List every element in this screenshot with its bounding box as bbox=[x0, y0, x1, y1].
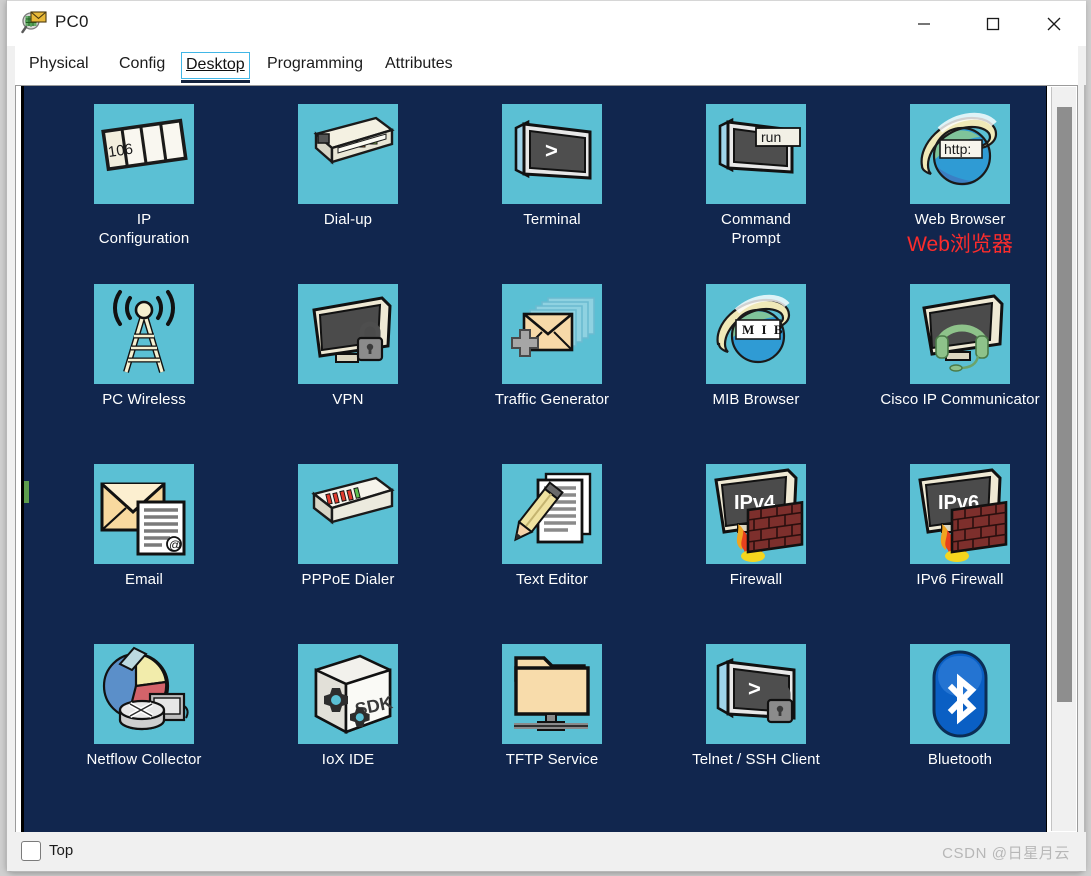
desktop-icon-grid: 106 IP Configuration Dial-up > Terminal … bbox=[24, 86, 1044, 832]
web-browser-icon: http: bbox=[910, 104, 1010, 204]
mib-label-text: M I B bbox=[742, 322, 785, 337]
traffic-generator-icon bbox=[502, 284, 602, 384]
desktop-item-label: Telnet / SSH Client bbox=[692, 751, 820, 768]
iox-ide-icon: SDK bbox=[298, 644, 398, 744]
dial-up-icon bbox=[298, 104, 398, 204]
desktop-scrollbar-vertical[interactable] bbox=[1051, 87, 1076, 831]
desktop-item-telnet-ssh-client[interactable]: > Telnet / SSH Client bbox=[654, 644, 858, 769]
desktop-item-label: Bluetooth bbox=[927, 751, 993, 768]
command-prompt-run-text: run bbox=[761, 129, 781, 145]
terminal-icon: > bbox=[502, 104, 602, 204]
close-icon bbox=[1047, 17, 1061, 31]
desktop-item-label: Cisco IP Communicator bbox=[880, 391, 1040, 408]
desktop-canvas: 106 IP Configuration Dial-up > Terminal … bbox=[21, 86, 1047, 832]
tab-desktop[interactable]: Desktop bbox=[181, 52, 250, 83]
firewall-ipv4-icon: IPv4 bbox=[706, 464, 806, 564]
pc0-window: PC0 Physical Config Desktop Programming … bbox=[6, 0, 1086, 872]
close-button[interactable] bbox=[1031, 1, 1077, 47]
desktop-item-label: Email bbox=[124, 571, 163, 588]
desktop-item-pc-wireless[interactable]: PC Wireless bbox=[42, 284, 246, 409]
desktop-item-label: Firewall bbox=[729, 571, 783, 588]
desktop-item-label: Traffic Generator bbox=[494, 391, 610, 408]
desktop-item-label: IP Configuration bbox=[98, 211, 190, 247]
email-icon: @ bbox=[94, 464, 194, 564]
netflow-collector-icon bbox=[94, 644, 194, 744]
telnet-ssh-client-icon: > bbox=[706, 644, 806, 744]
tftp-service-icon bbox=[502, 644, 602, 744]
pppoe-dialer-icon bbox=[298, 464, 398, 564]
desktop-item-netflow-collector[interactable]: Netflow Collector bbox=[42, 644, 246, 769]
web-browser-annotation: Web浏览器 bbox=[907, 233, 1013, 256]
tab-strip: Physical Config Desktop Programming Attr… bbox=[7, 46, 1086, 85]
minimize-button[interactable] bbox=[901, 1, 947, 47]
command-prompt-icon: run bbox=[706, 104, 806, 204]
desktop-item-label: VPN bbox=[332, 391, 364, 408]
ip-configuration-icon: 106 bbox=[94, 104, 194, 204]
desktop-item-label: Terminal bbox=[523, 211, 581, 228]
desktop-panel: 106 IP Configuration Dial-up > Terminal … bbox=[15, 85, 1078, 833]
desktop-item-label: TFTP Service bbox=[505, 751, 599, 768]
desktop-item-dial-up[interactable]: Dial-up bbox=[246, 104, 450, 229]
pc-wireless-icon bbox=[94, 284, 194, 384]
desktop-item-label: PPPoE Dialer bbox=[301, 571, 395, 588]
tab-attributes[interactable]: Attributes bbox=[381, 52, 457, 79]
desktop-item-label: IoX IDE bbox=[321, 751, 375, 768]
text-editor-icon bbox=[502, 464, 602, 564]
desktop-item-command-prompt[interactable]: run Command Prompt bbox=[654, 104, 858, 248]
packet-tracer-inspect-icon bbox=[21, 10, 47, 36]
desktop-item-terminal[interactable]: > Terminal bbox=[450, 104, 654, 229]
desktop-item-email[interactable]: @ Email bbox=[42, 464, 246, 589]
tab-config[interactable]: Config bbox=[115, 52, 169, 79]
vpn-icon bbox=[298, 284, 398, 384]
minimize-icon bbox=[918, 23, 930, 25]
cisco-ip-communicator-icon bbox=[910, 284, 1010, 384]
desktop-item-label: IPv6 Firewall bbox=[916, 571, 1004, 588]
desktop-item-label: Text Editor bbox=[516, 571, 588, 588]
desktop-item-web-browser[interactable]: http: Web Browser Web浏览器 bbox=[858, 104, 1046, 256]
desktop-item-bluetooth[interactable]: Bluetooth bbox=[858, 644, 1046, 769]
desktop-item-cisco-ip-communicator[interactable]: Cisco IP Communicator bbox=[858, 284, 1046, 409]
desktop-item-label: Command Prompt bbox=[721, 211, 791, 247]
tab-programming[interactable]: Programming bbox=[263, 52, 367, 79]
terminal-prompt-text: > bbox=[545, 138, 558, 163]
window-title: PC0 bbox=[55, 12, 89, 31]
svg-text:@: @ bbox=[169, 538, 181, 552]
firewall-ipv6-icon: IPv6 bbox=[910, 464, 1010, 564]
ip-config-number-text: 106 bbox=[107, 141, 134, 161]
telnet-prompt-text: > bbox=[748, 676, 761, 701]
top-checkbox[interactable] bbox=[21, 841, 41, 861]
bluetooth-icon bbox=[910, 644, 1010, 744]
desktop-item-ipv6-firewall[interactable]: IPv6 IPv6 Firewall bbox=[858, 464, 1046, 589]
desktop-item-ip-configuration[interactable]: 106 IP Configuration bbox=[42, 104, 246, 248]
desktop-item-label: PC Wireless bbox=[102, 391, 186, 408]
desktop-item-traffic-generator[interactable]: Traffic Generator bbox=[450, 284, 654, 409]
desktop-item-tftp-service[interactable]: TFTP Service bbox=[450, 644, 654, 769]
desktop-item-label: Netflow Collector bbox=[86, 751, 202, 768]
web-browser-http-text: http: bbox=[944, 141, 971, 157]
top-checkbox-label: Top bbox=[49, 842, 74, 859]
scrollbar-thumb[interactable] bbox=[1057, 107, 1072, 702]
desktop-item-label: Dial-up bbox=[323, 211, 373, 228]
title-bar: PC0 bbox=[7, 0, 1086, 46]
desktop-item-label: MIB Browser bbox=[712, 391, 800, 408]
desktop-item-firewall[interactable]: IPv4 Firewall bbox=[654, 464, 858, 589]
desktop-item-mib-browser[interactable]: M I B MIB Browser bbox=[654, 284, 858, 409]
bottom-bar: Top CSDN @日星月云 bbox=[7, 832, 1086, 871]
mib-browser-icon: M I B bbox=[706, 284, 806, 384]
maximize-button[interactable] bbox=[970, 1, 1016, 47]
tab-physical[interactable]: Physical bbox=[25, 52, 93, 79]
desktop-item-pppoe-dialer[interactable]: PPPoE Dialer bbox=[246, 464, 450, 589]
watermark: CSDN @日星月云 bbox=[942, 845, 1070, 862]
tab-strip-inner: Physical Config Desktop Programming Attr… bbox=[15, 46, 1078, 85]
desktop-item-label: Web Browser bbox=[914, 211, 1006, 228]
desktop-item-vpn[interactable]: VPN bbox=[246, 284, 450, 409]
desktop-item-text-editor[interactable]: Text Editor bbox=[450, 464, 654, 589]
desktop-item-iox-ide[interactable]: SDK IoX IDE bbox=[246, 644, 450, 769]
maximize-icon bbox=[986, 17, 1000, 31]
